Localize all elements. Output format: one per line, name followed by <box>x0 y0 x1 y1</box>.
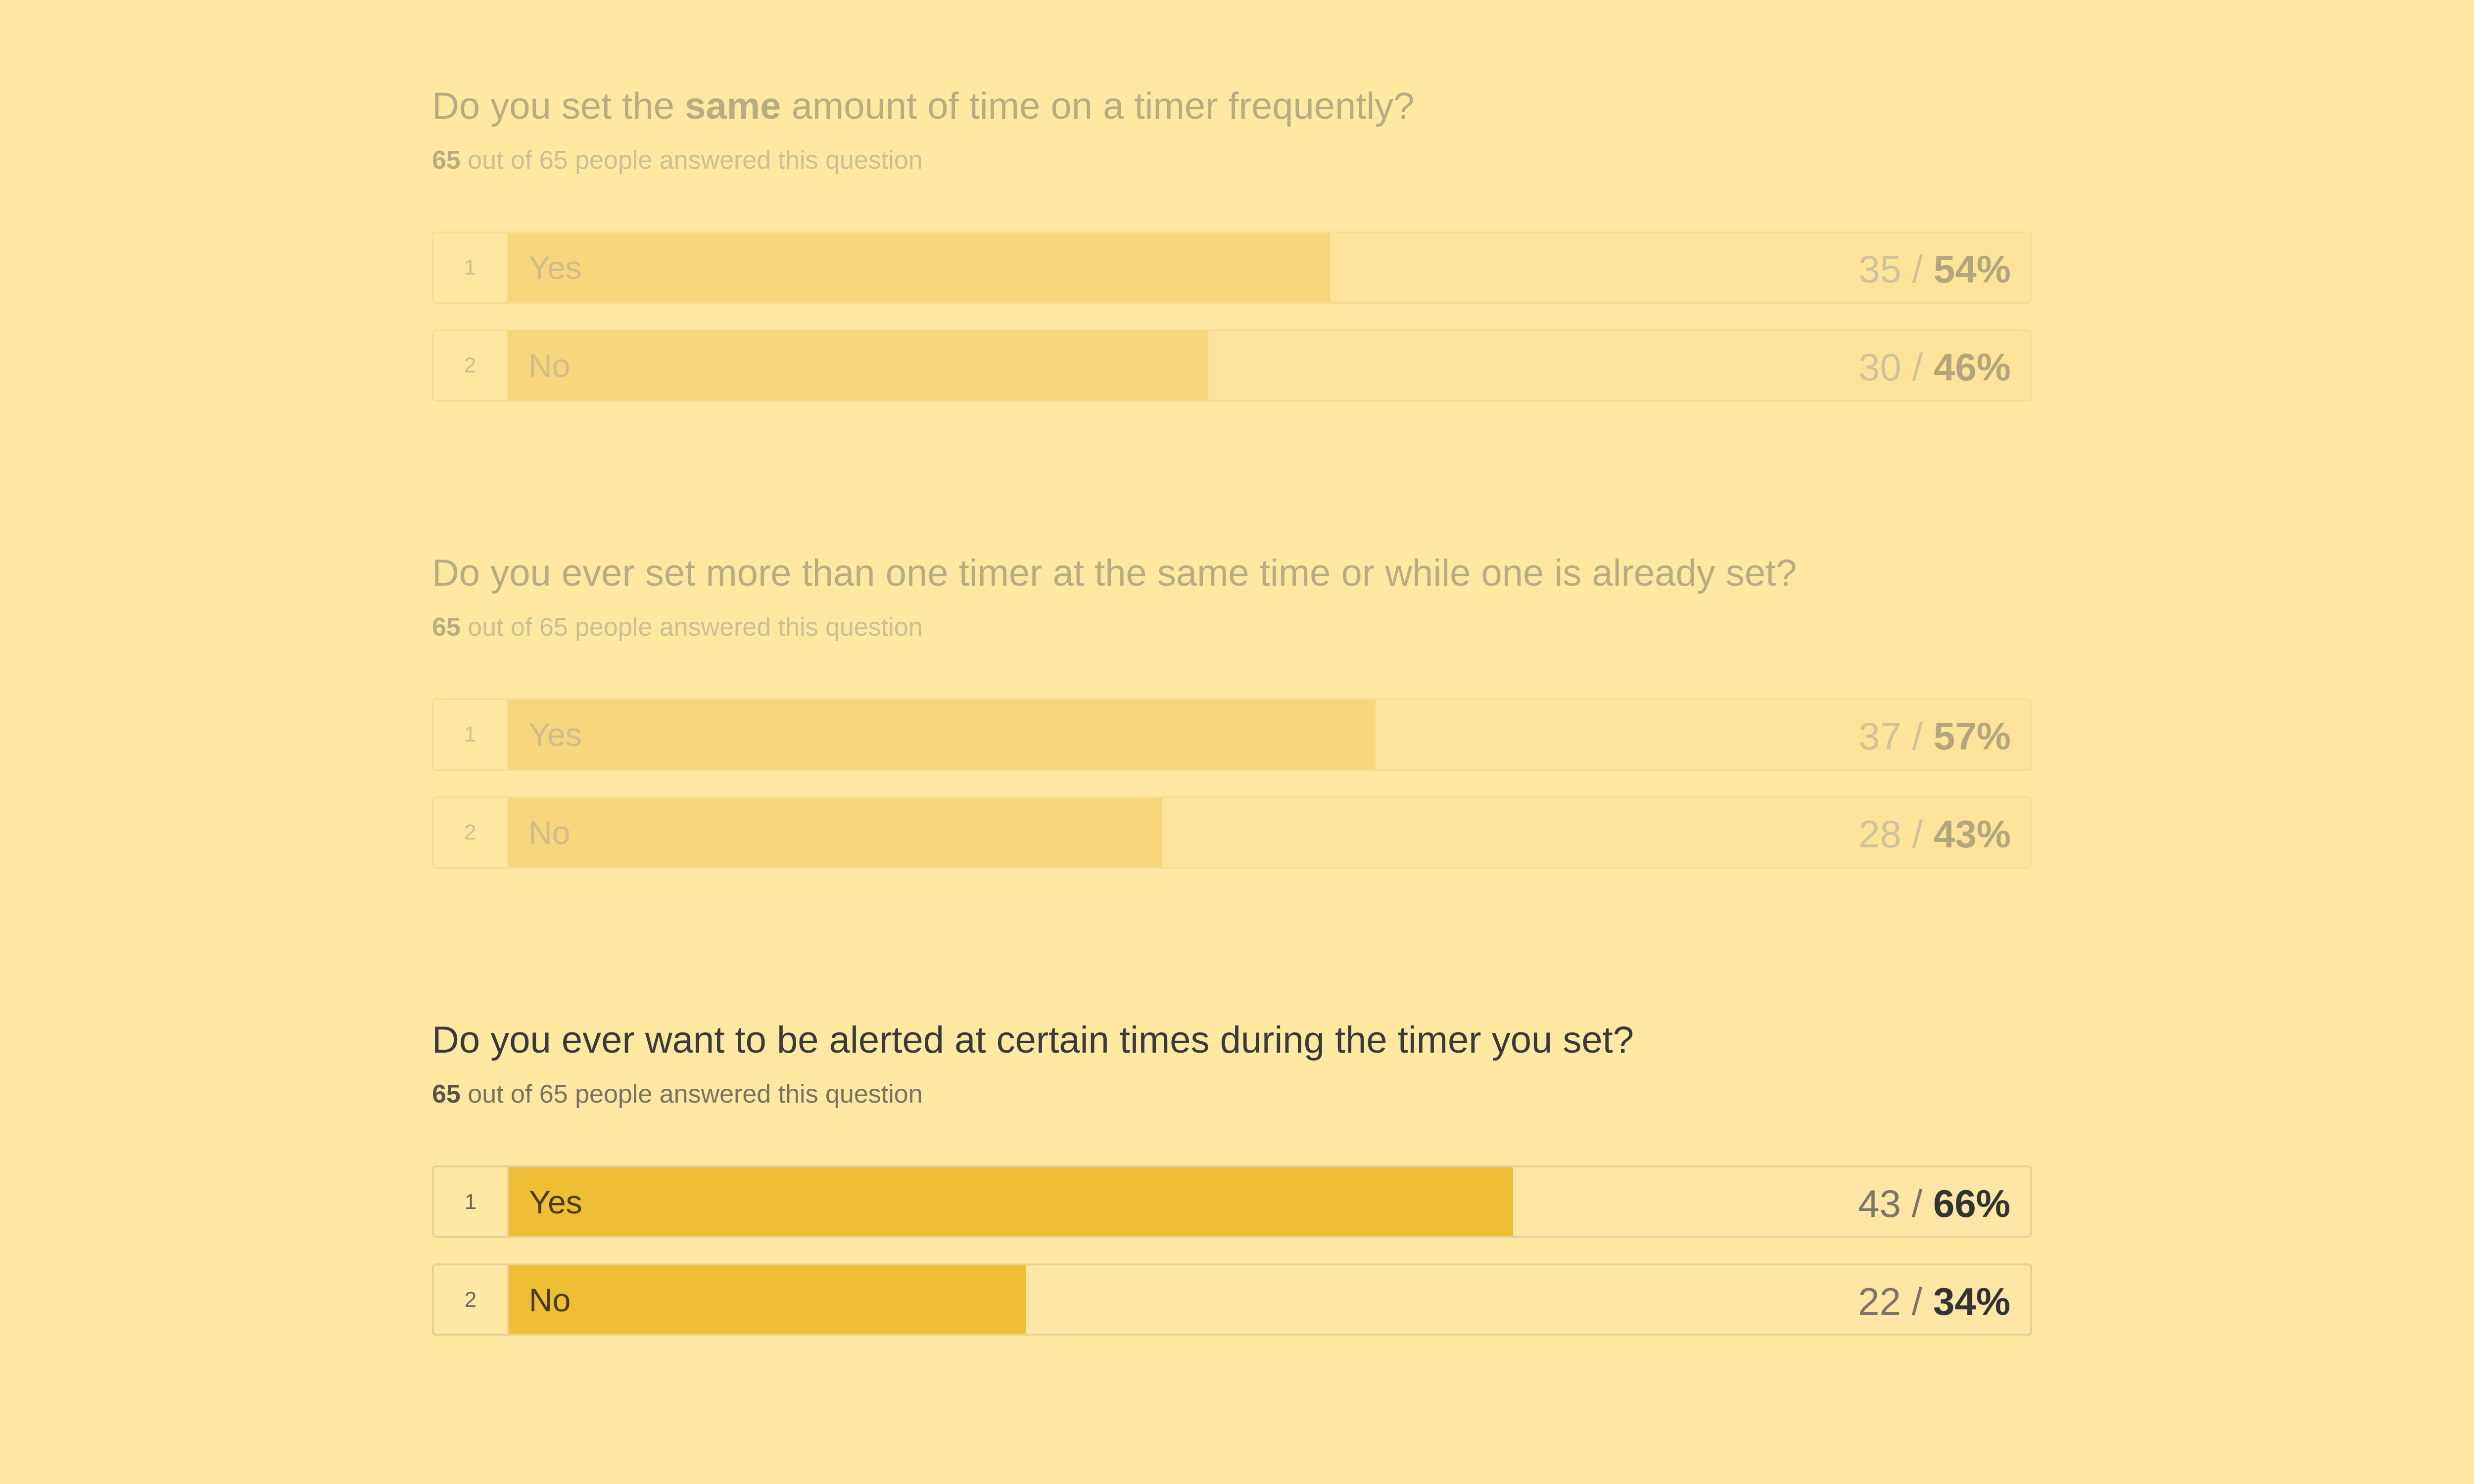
question-title: Do you ever want to be alerted at certai… <box>432 1018 1634 1063</box>
answer-label: No <box>528 347 571 384</box>
answer-count: 43 <box>1858 1182 1901 1225</box>
respondent-count-text: out of 65 people answered this question <box>460 146 923 175</box>
answer-row[interactable]: 2 No 28 / 43% <box>432 796 2032 869</box>
answer-percent: 43% <box>1933 812 2011 856</box>
respondent-count: 65 out of 65 people answered this questi… <box>432 1078 923 1110</box>
answer-label: Yes <box>529 1184 582 1220</box>
answer-bar <box>508 798 1162 867</box>
question-title-text: Do you ever want to be alerted at certai… <box>432 1019 1634 1061</box>
question-title: Do you set the same amount of time on a … <box>432 84 1415 129</box>
question-title-text: Do you set the <box>432 85 685 127</box>
answer-label: No <box>529 1282 571 1318</box>
answer-percent: 66% <box>1933 1182 2010 1225</box>
answer-stats: 30 / 46% <box>1858 331 2011 400</box>
answer-stats: 43 / 66% <box>1858 1167 2010 1236</box>
answer-bar <box>508 700 1376 769</box>
answer-percent: 57% <box>1933 714 2011 758</box>
answer-label: Yes <box>528 249 582 286</box>
respondent-count: 65 out of 65 people answered this questi… <box>432 611 923 643</box>
answer-index: 1 <box>434 1167 509 1236</box>
answer-count: 35 <box>1858 247 1902 291</box>
answer-label: No <box>528 814 571 851</box>
answer-count: 37 <box>1858 714 1902 758</box>
answer-separator: / <box>1901 1182 1933 1225</box>
answer-label: Yes <box>528 716 582 753</box>
answer-separator: / <box>1901 345 1934 389</box>
answer-separator: / <box>1901 812 1934 856</box>
respondent-count-text: out of 65 people answered this question <box>460 613 923 642</box>
answer-stats: 28 / 43% <box>1858 798 2011 867</box>
answer-bar <box>508 233 1330 302</box>
answer-percent: 46% <box>1933 345 2011 389</box>
answer-row[interactable]: 2 No 30 / 46% <box>432 329 2032 402</box>
answer-separator: / <box>1901 247 1934 291</box>
answer-row[interactable]: 2 No 22 / 34% <box>432 1263 2032 1336</box>
answer-row[interactable]: 1 Yes 35 / 54% <box>432 232 2032 304</box>
answer-stats: 22 / 34% <box>1858 1265 2010 1334</box>
answer-index: 2 <box>434 1265 509 1334</box>
answered-count: 65 <box>432 146 461 175</box>
answer-row[interactable]: 1 Yes 37 / 57% <box>432 698 2032 771</box>
answer-bar <box>509 1265 1026 1334</box>
answer-index: 1 <box>433 233 508 302</box>
respondent-count: 65 out of 65 people answered this questi… <box>432 144 923 176</box>
answer-separator: / <box>1901 1280 1933 1323</box>
answer-separator: / <box>1901 714 1934 758</box>
question-title-text: Do you ever set more than one timer at t… <box>432 552 1797 594</box>
answer-index: 1 <box>433 700 508 769</box>
answer-index: 2 <box>433 798 508 867</box>
answer-bar <box>509 1167 1513 1236</box>
question-title: Do you ever set more than one timer at t… <box>432 551 1797 596</box>
answer-row[interactable]: 1 Yes 43 / 66% <box>432 1165 2032 1238</box>
respondent-count-text: out of 65 people answered this question <box>460 1080 923 1109</box>
question-title-text: amount of time on a timer frequently? <box>781 85 1415 127</box>
question-title-emphasis: same <box>685 85 781 127</box>
answer-count: 22 <box>1858 1280 1901 1323</box>
answer-percent: 34% <box>1933 1280 2010 1323</box>
answered-count: 65 <box>432 613 461 642</box>
answered-count: 65 <box>432 1080 461 1109</box>
answer-stats: 35 / 54% <box>1858 233 2011 302</box>
answer-percent: 54% <box>1933 247 2011 291</box>
answer-count: 30 <box>1858 345 1902 389</box>
answer-count: 28 <box>1858 812 1902 856</box>
answer-bar <box>508 331 1208 400</box>
answer-index: 2 <box>433 331 508 400</box>
answer-stats: 37 / 57% <box>1858 700 2011 769</box>
